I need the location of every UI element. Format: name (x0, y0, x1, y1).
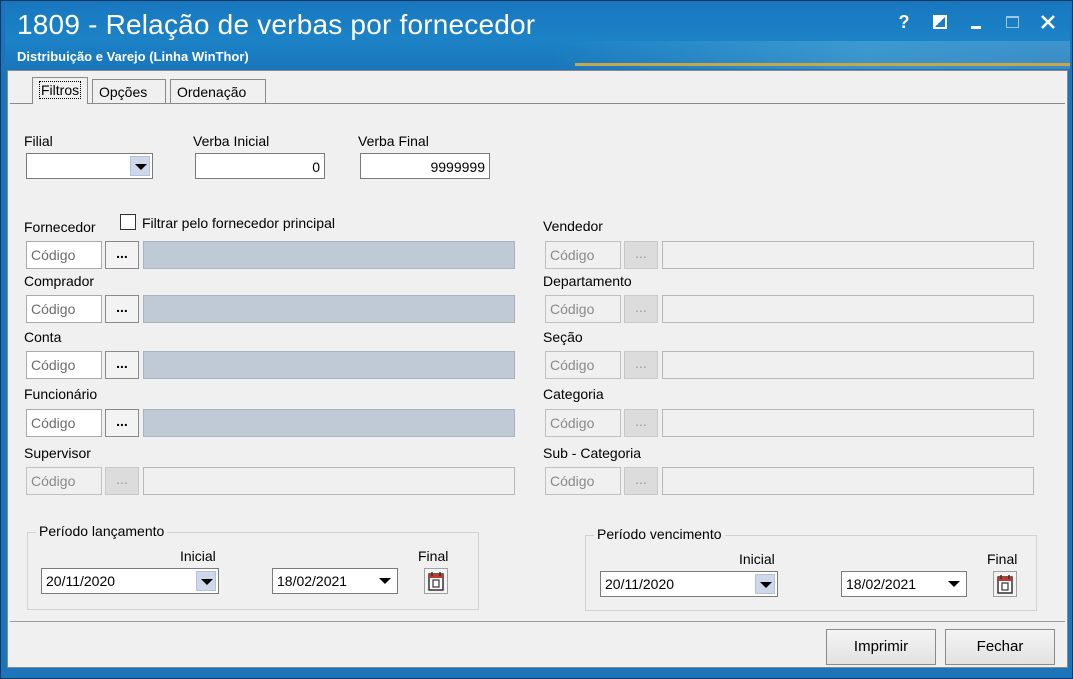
sub-categoria-label: Sub - Categoria (543, 445, 642, 461)
filtrar-fornecedor-principal-checkbox[interactable] (120, 214, 136, 230)
vendedor-description (662, 241, 1034, 269)
periodo-vencimento-inicial-label: Inicial (739, 551, 775, 567)
chevron-down-icon[interactable] (375, 571, 395, 591)
sub-categoria-code-input[interactable]: Código (545, 467, 621, 495)
periodo-lancamento-inicial-label: Inicial (180, 548, 216, 564)
conta-label: Conta (24, 329, 62, 345)
calendar-button[interactable] (993, 571, 1017, 597)
verba-final-label: Verba Final (358, 133, 429, 149)
departamento-label: Departamento (543, 273, 632, 289)
supervisor-label: Supervisor (24, 445, 91, 461)
secao-label: Seção (543, 329, 583, 345)
vendedor-search-button[interactable]: ... (624, 241, 658, 269)
categoria-code-input[interactable]: Código (545, 409, 621, 437)
periodo-vencimento-inicial-date[interactable]: 20/11/2020 (600, 571, 778, 597)
categoria-description (662, 409, 1034, 437)
application-window: 1809 - Relação de verbas por fornecedor … (0, 0, 1073, 679)
departamento-code-input[interactable]: Código (545, 295, 621, 323)
comprador-description (143, 295, 515, 323)
chevron-down-icon[interactable] (944, 574, 964, 594)
funcionario-description (143, 409, 515, 437)
periodo-vencimento-final-label: Final (987, 551, 1018, 567)
fornecedor-search-button[interactable]: ... (105, 241, 139, 269)
supervisor-code-input[interactable]: Código (26, 467, 102, 495)
sub-categoria-description (662, 467, 1034, 495)
sub-categoria-search-button[interactable]: ... (624, 467, 658, 495)
tab-opcoes[interactable]: Opções (92, 79, 166, 103)
periodo-lancamento-legend: Período lançamento (36, 523, 168, 539)
comprador-code-input[interactable]: Código (26, 295, 102, 323)
funcionario-search-button[interactable]: ... (105, 409, 139, 437)
departamento-description (662, 295, 1034, 323)
chevron-down-icon[interactable] (755, 574, 775, 594)
filial-label: Filial (24, 133, 53, 149)
secao-search-button[interactable]: ... (624, 351, 658, 379)
periodo-lancamento-inicial-value: 20/11/2020 (46, 573, 116, 589)
periodo-vencimento-legend: Período vencimento (594, 526, 725, 542)
calendar-icon (428, 572, 444, 591)
verba-inicial-input[interactable]: 0 (195, 153, 325, 179)
filtrar-fornecedor-principal-label: Filtrar pelo fornecedor principal (142, 215, 335, 231)
calendar-icon (997, 575, 1013, 594)
verba-inicial-label: Verba Inicial (193, 133, 270, 149)
maximize-icon (1005, 16, 1019, 28)
maximize-button[interactable] (1000, 11, 1024, 33)
secao-description (662, 351, 1034, 379)
departamento-search-button[interactable]: ... (624, 295, 658, 323)
minimize-icon (971, 25, 981, 29)
fechar-button[interactable]: Fechar (945, 629, 1055, 665)
close-button[interactable] (1036, 11, 1060, 33)
tab-filtros[interactable]: Filtros (32, 77, 88, 104)
tab-filtros-label: Filtros (39, 81, 82, 99)
window-title: 1809 - Relação de verbas por fornecedor (17, 9, 536, 40)
categoria-search-button[interactable]: ... (624, 409, 658, 437)
secao-code-input[interactable]: Código (545, 351, 621, 379)
imprimir-button[interactable]: Imprimir (826, 629, 936, 665)
comprador-search-button[interactable]: ... (105, 295, 139, 323)
vendedor-label: Vendedor (543, 218, 603, 234)
calendar-button[interactable] (424, 568, 448, 594)
comprador-label: Comprador (24, 273, 95, 289)
funcionario-label: Funcionário (24, 386, 98, 402)
chevron-down-icon[interactable] (130, 156, 150, 176)
fornecedor-description (143, 241, 515, 269)
title-bar[interactable]: 1809 - Relação de verbas por fornecedor … (5, 3, 1070, 69)
minimize-button[interactable] (964, 11, 988, 33)
funcionario-code-input[interactable]: Código (26, 409, 102, 437)
periodo-lancamento-final-label: Final (418, 548, 449, 564)
help-button[interactable]: ? (892, 11, 916, 33)
periodo-vencimento-final-value: 18/02/2021 (846, 576, 917, 592)
conta-description (143, 351, 515, 379)
categoria-label: Categoria (543, 386, 604, 402)
fornecedor-code-input[interactable]: Código (26, 241, 102, 269)
periodo-vencimento-inicial-value: 20/11/2020 (605, 576, 675, 592)
restore-icon[interactable] (928, 11, 952, 33)
tab-opcoes-label: Opções (99, 84, 148, 100)
periodo-vencimento-final-date[interactable]: 18/02/2021 (841, 571, 967, 597)
supervisor-search-button[interactable]: ... (105, 467, 139, 495)
title-bar-accent-line (575, 63, 1070, 66)
periodo-lancamento-inicial-date[interactable]: 20/11/2020 (41, 568, 219, 594)
tab-ordenacao-label: Ordenação (177, 84, 247, 100)
conta-code-input[interactable]: Código (26, 351, 102, 379)
chevron-down-icon[interactable] (196, 571, 216, 591)
vendedor-code-input[interactable]: Código (545, 241, 621, 269)
tab-ordenacao[interactable]: Ordenação (170, 79, 266, 103)
periodo-lancamento-final-date[interactable]: 18/02/2021 (272, 568, 398, 594)
footer-divider (10, 621, 1065, 622)
fornecedor-label: Fornecedor (24, 219, 96, 235)
close-icon (1041, 15, 1055, 29)
verba-final-input[interactable]: 9999999 (360, 153, 490, 179)
filial-select[interactable] (26, 153, 153, 179)
tab-divider (10, 103, 1065, 104)
periodo-lancamento-final-value: 18/02/2021 (277, 573, 348, 589)
supervisor-description (143, 467, 515, 495)
window-subtitle: Distribuição e Varejo (Linha WinThor) (17, 49, 249, 64)
form-client-area: Filtros Opções Ordenação Filial Verba In… (7, 70, 1068, 668)
conta-search-button[interactable]: ... (105, 351, 139, 379)
